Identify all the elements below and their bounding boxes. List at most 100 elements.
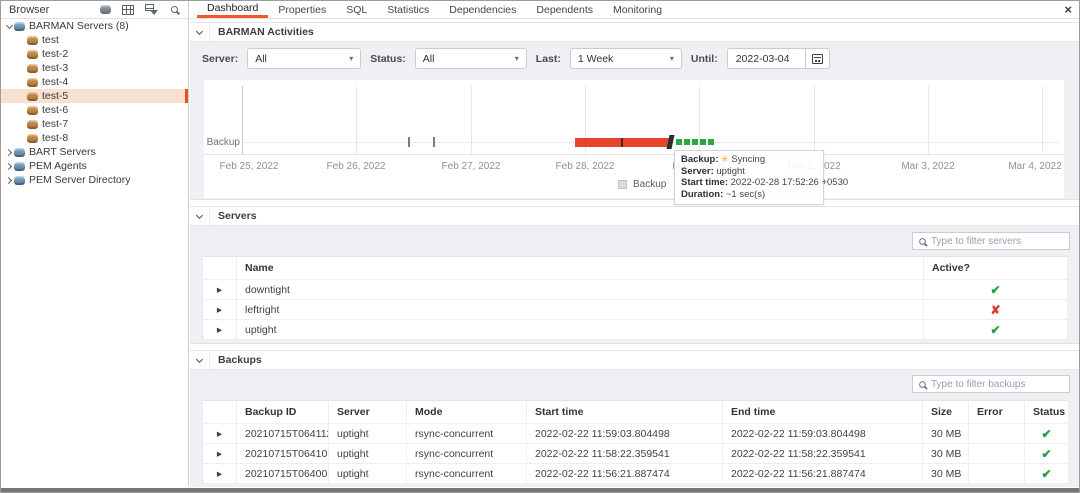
- close-icon[interactable]: ×: [1064, 2, 1072, 18]
- expand-row-icon[interactable]: [203, 320, 237, 340]
- tab-dashboard[interactable]: Dashboard: [197, 1, 268, 18]
- tab-dependencies[interactable]: Dependencies: [439, 1, 526, 18]
- backup-tooltip: Backup: ✳ Syncing Server: uptight Start …: [674, 150, 824, 205]
- until-date-input[interactable]: [727, 48, 805, 69]
- expand-row-icon[interactable]: [203, 424, 237, 444]
- tree-group-pem-server-directory[interactable]: PEM Server Directory: [1, 173, 188, 187]
- backup-row-3[interactable]: 20210715T064008 uptight rsync-concurrent…: [203, 464, 1069, 484]
- error-cell: [969, 424, 1025, 444]
- backup-row-1[interactable]: 20210715T064112 uptight rsync-concurrent…: [203, 424, 1069, 444]
- grid-properties-icon[interactable]: [120, 3, 136, 17]
- tree-item-test-5-selected[interactable]: test-5: [1, 89, 188, 103]
- browser-title: Browser: [9, 4, 97, 16]
- filter-rows-icon[interactable]: [143, 3, 159, 17]
- tree-item-test-8[interactable]: test-8: [1, 131, 188, 145]
- backup-id-cell: 20210715T064008: [237, 464, 329, 484]
- expand-row-icon[interactable]: [203, 280, 237, 300]
- last-filter-select[interactable]: 1 Week ▾: [570, 48, 682, 69]
- check-icon: [1041, 467, 1051, 481]
- error-column-header: Error: [969, 401, 1025, 424]
- calendar-button[interactable]: [805, 48, 830, 69]
- tab-monitoring[interactable]: Monitoring: [603, 1, 672, 18]
- backups-table: Backup ID Server Mode Start time End tim…: [202, 400, 1069, 484]
- cross-icon: [990, 303, 1000, 317]
- browser-header: Browser: [1, 1, 188, 19]
- legend-label: Backup: [633, 179, 666, 190]
- x-tick-label: Feb 28, 2022: [540, 161, 630, 172]
- mode-cell: rsync-concurrent: [407, 424, 527, 444]
- until-filter-label: Until:: [691, 53, 718, 65]
- backup-row-2[interactable]: 20210715T064106 uptight rsync-concurrent…: [203, 444, 1069, 464]
- backups-panel-header: Backups: [190, 350, 1080, 370]
- collapse-chevron-icon[interactable]: [190, 351, 210, 369]
- mode-column-header: Mode: [407, 401, 527, 424]
- status-column-header: Status: [1025, 401, 1069, 424]
- end-time-column-header: End time: [723, 401, 923, 424]
- server-filter-value: All: [255, 53, 267, 65]
- barman-server-icon: [27, 50, 38, 59]
- x-tick-label: Mar 3, 2022: [883, 161, 973, 172]
- barman-server-icon: [27, 106, 38, 115]
- calendar-icon: [812, 54, 823, 64]
- active-cell: [924, 280, 1068, 300]
- server-group-icon: [14, 176, 25, 185]
- tab-sql[interactable]: SQL: [336, 1, 377, 18]
- tree-group-pem-agents[interactable]: PEM Agents: [1, 159, 188, 173]
- legend-swatch[interactable]: [618, 180, 627, 189]
- tree-item-test-4[interactable]: test-4: [1, 75, 188, 89]
- chart-x-axis-line: [204, 154, 1064, 155]
- add-server-icon[interactable]: [97, 3, 113, 17]
- backup-id-cell: 20210715T064112: [237, 424, 329, 444]
- expand-row-icon[interactable]: [203, 300, 237, 320]
- barman-server-icon: [27, 134, 38, 143]
- tree-group-barman-servers[interactable]: BARMAN Servers (8): [1, 19, 188, 33]
- end-time-cell: 2022-02-22 11:59:03.804498: [723, 424, 923, 444]
- tooltip-backup-row: Backup: ✳ Syncing: [681, 154, 817, 166]
- chevron-right-icon[interactable]: [4, 164, 14, 169]
- server-row-leftright[interactable]: leftright: [203, 300, 1068, 320]
- collapse-chevron-icon[interactable]: [190, 207, 210, 225]
- status-cell: [1025, 444, 1069, 464]
- mode-cell: rsync-concurrent: [407, 444, 527, 464]
- backup-event-tick[interactable]: [408, 137, 410, 147]
- servers-panel-title: Servers: [210, 210, 257, 222]
- barman-server-icon: [27, 36, 38, 45]
- tree-item-test-7[interactable]: test-7: [1, 117, 188, 131]
- chevron-right-icon[interactable]: [4, 178, 14, 183]
- tree-item-test-6[interactable]: test-6: [1, 103, 188, 117]
- chevron-down-icon: ▾: [349, 54, 353, 63]
- chevron-down-icon[interactable]: [4, 25, 14, 28]
- expand-row-icon[interactable]: [203, 464, 237, 484]
- backups-filter-input[interactable]: [931, 379, 1063, 390]
- status-filter-select[interactable]: All ▾: [415, 48, 527, 69]
- server-filter-select[interactable]: All ▾: [247, 48, 361, 69]
- search-icon: [919, 381, 926, 388]
- expand-row-icon[interactable]: [203, 444, 237, 464]
- backup-failed-bar[interactable]: [575, 138, 670, 147]
- tree-item-test[interactable]: test: [1, 33, 188, 47]
- bar-segment-divider: [621, 138, 623, 147]
- backup-row-label: Backup: [204, 137, 240, 148]
- tab-statistics[interactable]: Statistics: [377, 1, 439, 18]
- backup-id-column-header: Backup ID: [237, 401, 329, 424]
- tab-properties[interactable]: Properties: [268, 1, 336, 18]
- start-time-cell: 2022-02-22 11:56:21.887474: [527, 464, 723, 484]
- search-objects-icon[interactable]: [166, 3, 182, 17]
- backups-filter-box: [912, 375, 1070, 393]
- server-row-uptight[interactable]: uptight: [203, 320, 1068, 340]
- activities-panel-body: Server: All ▾ Status: All ▾ Last: 1 Week…: [190, 42, 1080, 200]
- status-cell: [1025, 424, 1069, 444]
- x-tick-label: Feb 25, 2022: [204, 161, 294, 172]
- tree-item-test-2[interactable]: test-2: [1, 47, 188, 61]
- servers-filter-input[interactable]: [931, 236, 1063, 247]
- server-group-icon: [14, 148, 25, 157]
- tab-dependents[interactable]: Dependents: [526, 1, 603, 18]
- chevron-right-icon[interactable]: [4, 150, 14, 155]
- collapse-chevron-icon[interactable]: [190, 23, 210, 41]
- backup-syncing-dashes[interactable]: [676, 139, 714, 145]
- tree-item-test-3[interactable]: test-3: [1, 61, 188, 75]
- tree-group-bart-servers[interactable]: BART Servers: [1, 145, 188, 159]
- backup-event-tick[interactable]: [433, 137, 435, 147]
- error-cell: [969, 444, 1025, 464]
- server-row-downtight[interactable]: downtight: [203, 280, 1068, 300]
